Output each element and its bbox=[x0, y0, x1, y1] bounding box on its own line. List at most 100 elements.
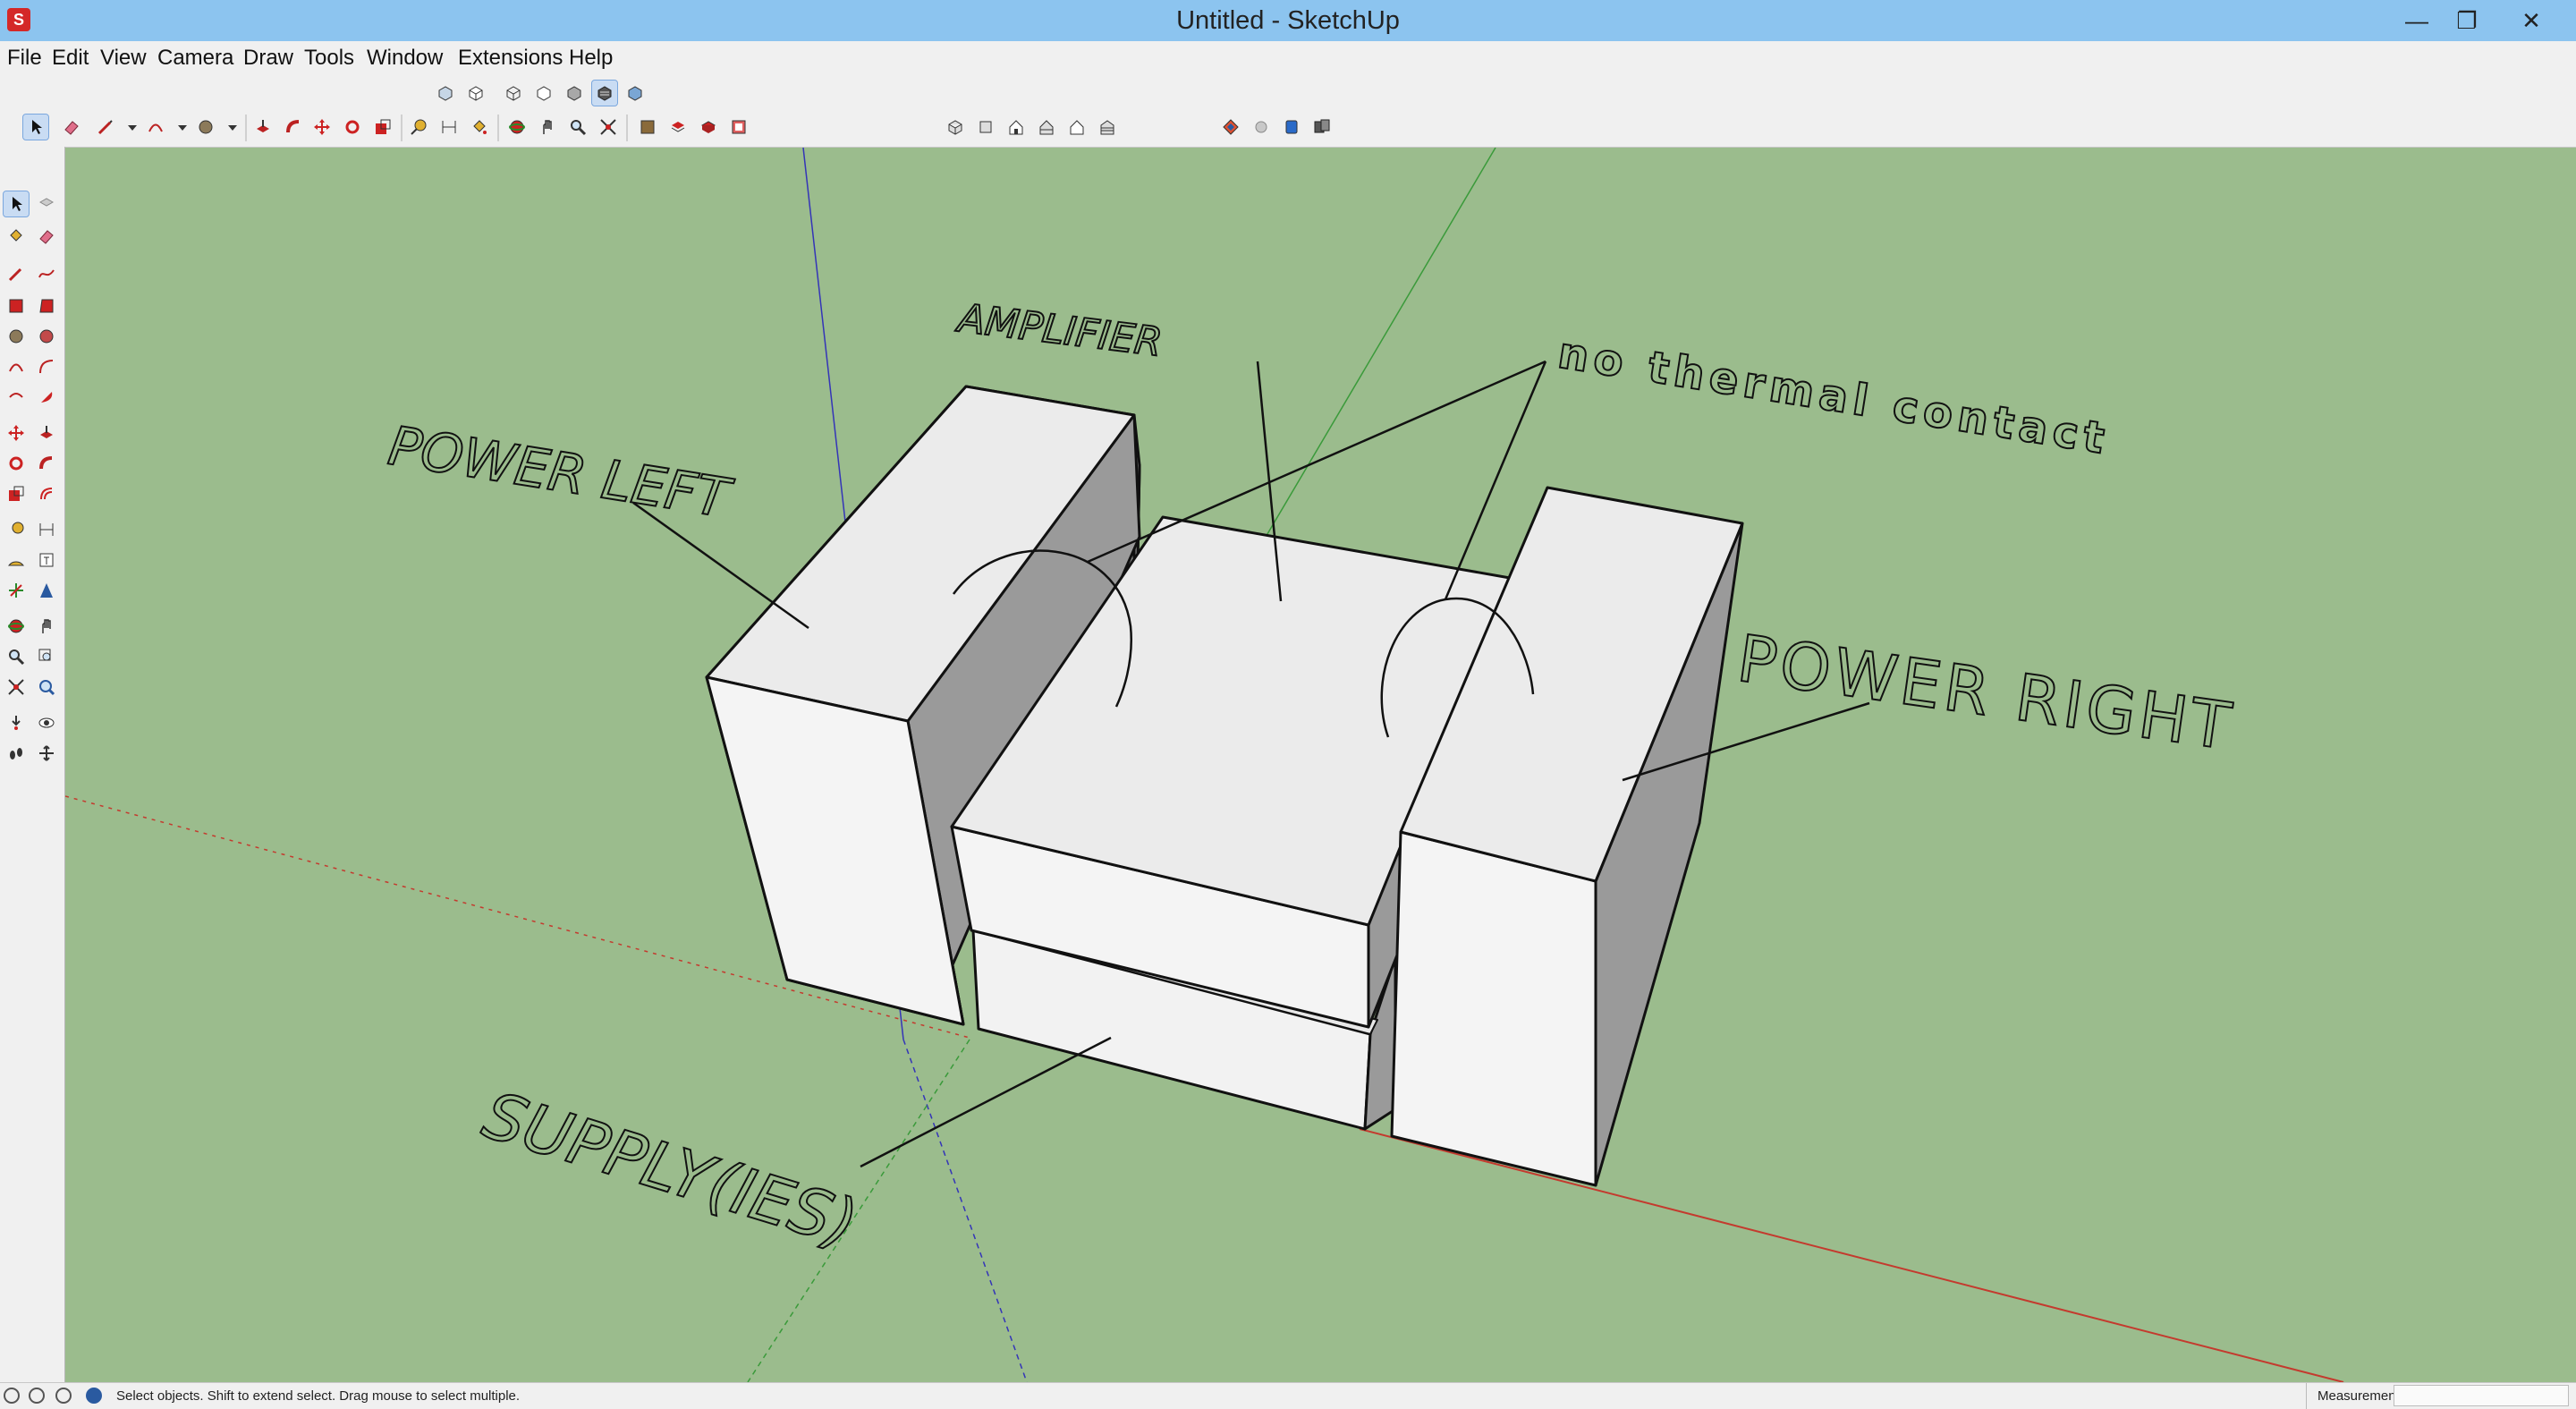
back-edges-button[interactable] bbox=[463, 81, 488, 106]
close-button[interactable]: ✕ bbox=[2504, 0, 2558, 41]
circle-icon[interactable] bbox=[4, 324, 29, 349]
menu-file[interactable]: File bbox=[4, 41, 46, 75]
eraser-tool-button[interactable] bbox=[59, 115, 84, 140]
3d-text-icon[interactable] bbox=[34, 578, 59, 603]
help-icon[interactable] bbox=[86, 1388, 102, 1404]
zoom-icon[interactable] bbox=[4, 644, 29, 669]
tape-measure-tool-button[interactable] bbox=[406, 115, 431, 140]
rotated-rectangle-icon[interactable] bbox=[34, 293, 59, 318]
extension-warehouse-button[interactable] bbox=[1218, 115, 1243, 140]
protractor-icon[interactable] bbox=[4, 547, 29, 573]
follow-me-icon[interactable] bbox=[34, 451, 59, 476]
dimension-tool-button[interactable] bbox=[436, 115, 462, 140]
push-pull-tool-button[interactable] bbox=[250, 115, 275, 140]
move-icon[interactable] bbox=[4, 420, 29, 446]
previous-view-icon[interactable] bbox=[34, 675, 59, 700]
menu-help[interactable]: Help bbox=[565, 41, 616, 75]
section-plane-icon[interactable] bbox=[34, 741, 59, 766]
menu-bar: File Edit View Camera Draw Tools Window … bbox=[0, 41, 2576, 75]
arc-dropdown-icon[interactable] bbox=[170, 115, 195, 140]
walk-icon[interactable] bbox=[4, 741, 29, 766]
monochrome-button[interactable] bbox=[623, 81, 648, 106]
follow-me-tool-button[interactable] bbox=[281, 115, 306, 140]
menu-edit[interactable]: Edit bbox=[48, 41, 92, 75]
three-point-arc-icon[interactable] bbox=[4, 385, 29, 410]
position-camera-icon[interactable] bbox=[4, 710, 29, 735]
warehouse-tool-button[interactable] bbox=[635, 115, 660, 140]
geo-location-icon[interactable] bbox=[4, 1388, 20, 1404]
zoom-extents-icon[interactable] bbox=[4, 675, 29, 700]
layout-button[interactable] bbox=[1309, 115, 1335, 140]
menu-tools[interactable]: Tools bbox=[301, 41, 358, 75]
select-tool-button[interactable] bbox=[22, 114, 49, 140]
zoom-tool-button[interactable] bbox=[565, 115, 590, 140]
menu-window[interactable]: Window bbox=[363, 41, 446, 75]
menu-extensions[interactable]: Extensions bbox=[454, 41, 566, 75]
paint-bucket-icon[interactable] bbox=[4, 224, 29, 249]
line-icon[interactable] bbox=[4, 261, 29, 286]
power-right-front bbox=[1390, 830, 1597, 1187]
rectangle-icon[interactable] bbox=[4, 293, 29, 318]
hidden-line-button[interactable] bbox=[531, 81, 556, 106]
push-pull-icon[interactable] bbox=[34, 420, 59, 446]
dimension-icon[interactable] bbox=[34, 517, 59, 542]
extension-manager-button[interactable] bbox=[726, 115, 751, 140]
measurements-field[interactable] bbox=[2394, 1385, 2569, 1406]
orbit-tool-button[interactable] bbox=[504, 115, 530, 140]
xray-style-button[interactable] bbox=[433, 81, 458, 106]
right-view-button[interactable] bbox=[1034, 115, 1059, 140]
share-model-button[interactable] bbox=[665, 115, 691, 140]
paint-bucket-tool-button[interactable] bbox=[467, 115, 492, 140]
rotate-tool-button[interactable] bbox=[340, 115, 365, 140]
components-button[interactable] bbox=[1249, 115, 1274, 140]
share-component-button[interactable] bbox=[696, 115, 721, 140]
text-icon[interactable] bbox=[34, 547, 59, 573]
menu-draw[interactable]: Draw bbox=[240, 41, 297, 75]
menu-camera[interactable]: Camera bbox=[154, 41, 237, 75]
arc-tool-button[interactable] bbox=[143, 115, 168, 140]
wireframe-button[interactable] bbox=[501, 81, 526, 106]
iso-view-button[interactable] bbox=[943, 115, 968, 140]
3d-warehouse-button[interactable] bbox=[1279, 115, 1304, 140]
shapes-tool-button[interactable] bbox=[193, 115, 218, 140]
offset-icon[interactable] bbox=[34, 481, 59, 506]
scale-icon[interactable] bbox=[4, 481, 29, 506]
shapes-dropdown-icon[interactable] bbox=[220, 115, 245, 140]
shaded-textures-button[interactable] bbox=[591, 80, 618, 106]
status-hint: Select objects. Shift to extend select. … bbox=[116, 1388, 521, 1404]
two-point-arc-icon[interactable] bbox=[34, 354, 59, 379]
pan-icon[interactable] bbox=[34, 614, 59, 639]
drawing-viewport[interactable]: AMPLIFIER POWER LEFT no thermal contact … bbox=[65, 148, 2576, 1382]
front-view-button[interactable] bbox=[1004, 115, 1029, 140]
orbit-icon[interactable] bbox=[4, 614, 29, 639]
freehand-icon[interactable] bbox=[34, 261, 59, 286]
select-icon[interactable] bbox=[3, 191, 30, 217]
polygon-icon[interactable] bbox=[34, 324, 59, 349]
pie-icon[interactable] bbox=[34, 385, 59, 410]
minimize-button[interactable]: — bbox=[2390, 0, 2444, 41]
look-around-icon[interactable] bbox=[34, 710, 59, 735]
zoom-extents-tool-button[interactable] bbox=[596, 115, 621, 140]
move-tool-button[interactable] bbox=[309, 115, 335, 140]
eraser-icon[interactable] bbox=[34, 224, 59, 249]
top-view-button[interactable] bbox=[973, 115, 998, 140]
make-component-icon[interactable] bbox=[34, 191, 59, 216]
back-view-button[interactable] bbox=[1064, 115, 1089, 140]
rotate-icon[interactable] bbox=[4, 451, 29, 476]
top-toolbars bbox=[0, 75, 2576, 148]
toolbar-separator bbox=[626, 115, 628, 141]
restore-button[interactable]: ❐ bbox=[2440, 0, 2494, 41]
line-tool-button[interactable] bbox=[93, 115, 118, 140]
tape-measure-icon[interactable] bbox=[4, 517, 29, 542]
left-view-button[interactable] bbox=[1095, 115, 1120, 140]
scale-tool-button[interactable] bbox=[370, 115, 395, 140]
arc-icon[interactable] bbox=[4, 354, 29, 379]
zoom-window-icon[interactable] bbox=[34, 644, 59, 669]
credits-icon[interactable] bbox=[29, 1388, 45, 1404]
pan-tool-button[interactable] bbox=[535, 115, 560, 140]
line-dropdown-icon[interactable] bbox=[120, 115, 145, 140]
user-account-icon[interactable] bbox=[55, 1388, 72, 1404]
menu-view[interactable]: View bbox=[97, 41, 150, 75]
shaded-button[interactable] bbox=[562, 81, 587, 106]
axes-icon[interactable] bbox=[4, 578, 29, 603]
